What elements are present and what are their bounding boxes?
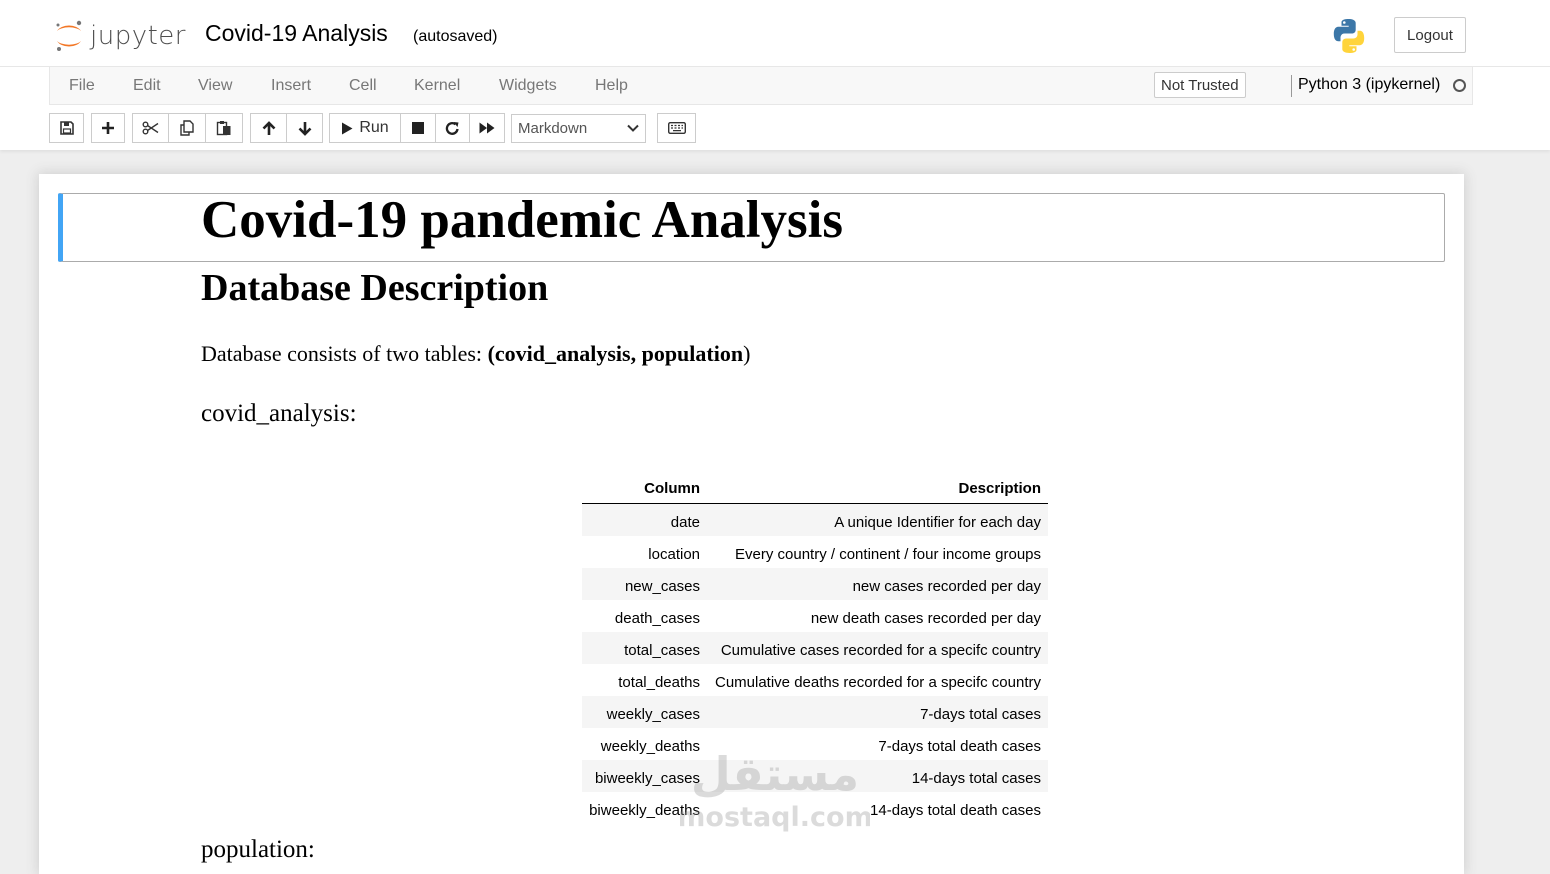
scissors-icon — [142, 121, 159, 135]
copy-icon — [180, 120, 194, 136]
keyboard-icon — [667, 122, 686, 134]
notebook-title[interactable]: Covid-19 Analysis — [205, 20, 388, 47]
notebook-heading-2: Database Description — [201, 267, 549, 309]
columns-table: Column Description date A unique Identifi… — [582, 470, 1048, 824]
database-description-text: Database consists of two tables: (covid_… — [201, 341, 750, 367]
table-cell-column: biweekly_deaths — [589, 802, 700, 819]
stop-icon — [412, 122, 424, 134]
restart-kernel-button[interactable] — [435, 113, 470, 143]
description-open-paren: ( — [487, 341, 495, 366]
description-prefix: Database consists of two tables: — [201, 341, 488, 366]
table-cell-column: location — [648, 546, 700, 563]
description-table-names: covid_analysis, population — [494, 341, 744, 366]
menu-view[interactable]: View — [198, 77, 232, 95]
restart-run-all-button[interactable] — [469, 113, 505, 143]
table-cell-description: new cases recorded per day — [852, 578, 1041, 595]
fast-forward-icon — [479, 122, 495, 134]
kernel-idle-indicator-icon — [1453, 79, 1466, 92]
command-palette-button[interactable] — [657, 113, 696, 143]
table-cell-column: new_cases — [624, 578, 700, 595]
notebook-container: Covid-19 pandemic Analysis Database Desc… — [39, 174, 1464, 874]
cut-button[interactable] — [132, 113, 169, 143]
table-row: weekly_deaths 7-days total death cases — [582, 728, 1048, 760]
move-up-button[interactable] — [250, 113, 287, 143]
table-row: total_cases Cumulative cases recorded for… — [582, 632, 1048, 664]
jupyter-logo-icon — [56, 20, 82, 51]
kernel-separator — [1291, 75, 1292, 97]
arrow-up-icon — [262, 120, 275, 135]
table-row: biweekly_deaths 14-days total death cases — [582, 792, 1048, 824]
table-cell-description: 14-days total death cases — [870, 802, 1041, 819]
jupyter-logo[interactable]: jupyter — [54, 18, 186, 54]
table-header-row: Column Description — [582, 470, 1048, 504]
table-cell-description: Cumulative cases recorded for a specifc … — [720, 642, 1041, 659]
table-row: biweekly_cases 14-days total cases — [582, 760, 1048, 792]
table-header-description: Description — [958, 480, 1041, 497]
table-cell-description: 7-days total cases — [920, 706, 1041, 723]
table-cell-column: biweekly_cases — [594, 770, 700, 787]
paste-icon — [216, 121, 231, 136]
table-row: weekly_cases 7-days total cases — [582, 696, 1048, 728]
python-logo-icon — [1333, 19, 1365, 53]
table-row: date A unique Identifier for each day — [582, 504, 1048, 536]
table-row: total_deaths Cumulative deaths recorded f… — [582, 664, 1048, 696]
menu-widgets[interactable]: Widgets — [499, 77, 557, 95]
jupyter-logo-text: jupyter — [90, 21, 186, 51]
description-close-paren: ) — [743, 341, 751, 366]
autosave-status: (autosaved) — [413, 28, 498, 45]
table-row: new_cases new cases recorded per day — [582, 568, 1048, 600]
table-cell-description: Every country / continent / four income … — [735, 546, 1041, 563]
table-cell-column: total_cases — [624, 642, 700, 659]
menu-cell[interactable]: Cell — [349, 77, 377, 95]
table-row: death_cases new death cases recorded per … — [582, 600, 1048, 632]
menubar: File Edit View Insert Cell Kernel Widget… — [49, 67, 1473, 105]
table-cell-description: 14-days total cases — [911, 770, 1041, 787]
table-header-column: Column — [644, 480, 700, 497]
table-row: location Every country / continent / four… — [582, 536, 1048, 568]
run-button-label: Run — [359, 119, 389, 136]
covid-analysis-heading: covid_analysis: — [201, 400, 357, 427]
trust-status-button[interactable]: Not Trusted — [1154, 72, 1246, 98]
table-cell-description: A unique Identifier for each day — [834, 514, 1041, 531]
menu-kernel[interactable]: Kernel — [414, 77, 460, 95]
notebook-header: jupyter Covid-19 Analysis (autosaved) Lo… — [0, 0, 1550, 150]
restart-icon — [445, 121, 459, 135]
menu-file[interactable]: File — [69, 77, 95, 95]
chevron-down-icon — [627, 124, 639, 132]
insert-cell-button[interactable] — [91, 113, 125, 143]
table-body: date A unique Identifier for each day loca… — [582, 504, 1048, 824]
cell-type-select[interactable]: Markdown — [511, 114, 646, 143]
notebook-heading-1: Covid-19 pandemic Analysis — [201, 191, 844, 249]
table-cell-column: date — [670, 514, 700, 531]
cell-type-value: Markdown — [518, 120, 588, 137]
menu-help[interactable]: Help — [595, 77, 628, 95]
copy-button[interactable] — [168, 113, 206, 143]
menu-edit[interactable]: Edit — [133, 77, 161, 95]
table-cell-description: new death cases recorded per day — [810, 610, 1041, 627]
population-heading-partial: population: — [201, 836, 315, 863]
interrupt-kernel-button[interactable] — [400, 113, 436, 143]
move-down-button[interactable] — [286, 113, 323, 143]
paste-button[interactable] — [205, 113, 243, 143]
table-cell-column: weekly_cases — [606, 706, 700, 723]
run-icon — [342, 122, 353, 134]
arrow-down-icon — [298, 121, 311, 136]
table-cell-description: Cumulative deaths recorded for a specifc… — [715, 674, 1041, 691]
save-icon — [59, 121, 74, 135]
kernel-name[interactable]: Python 3 (ipykernel) — [1298, 76, 1440, 94]
table-cell-column: total_deaths — [618, 674, 700, 691]
logout-button[interactable]: Logout — [1394, 17, 1466, 53]
table-cell-column: death_cases — [614, 610, 700, 627]
plus-icon — [102, 122, 114, 134]
save-button[interactable] — [49, 113, 84, 143]
menu-insert[interactable]: Insert — [271, 77, 311, 95]
run-button[interactable]: Run — [329, 113, 401, 143]
table-cell-description: 7-days total death cases — [878, 738, 1041, 755]
table-cell-column: weekly_deaths — [600, 738, 700, 755]
